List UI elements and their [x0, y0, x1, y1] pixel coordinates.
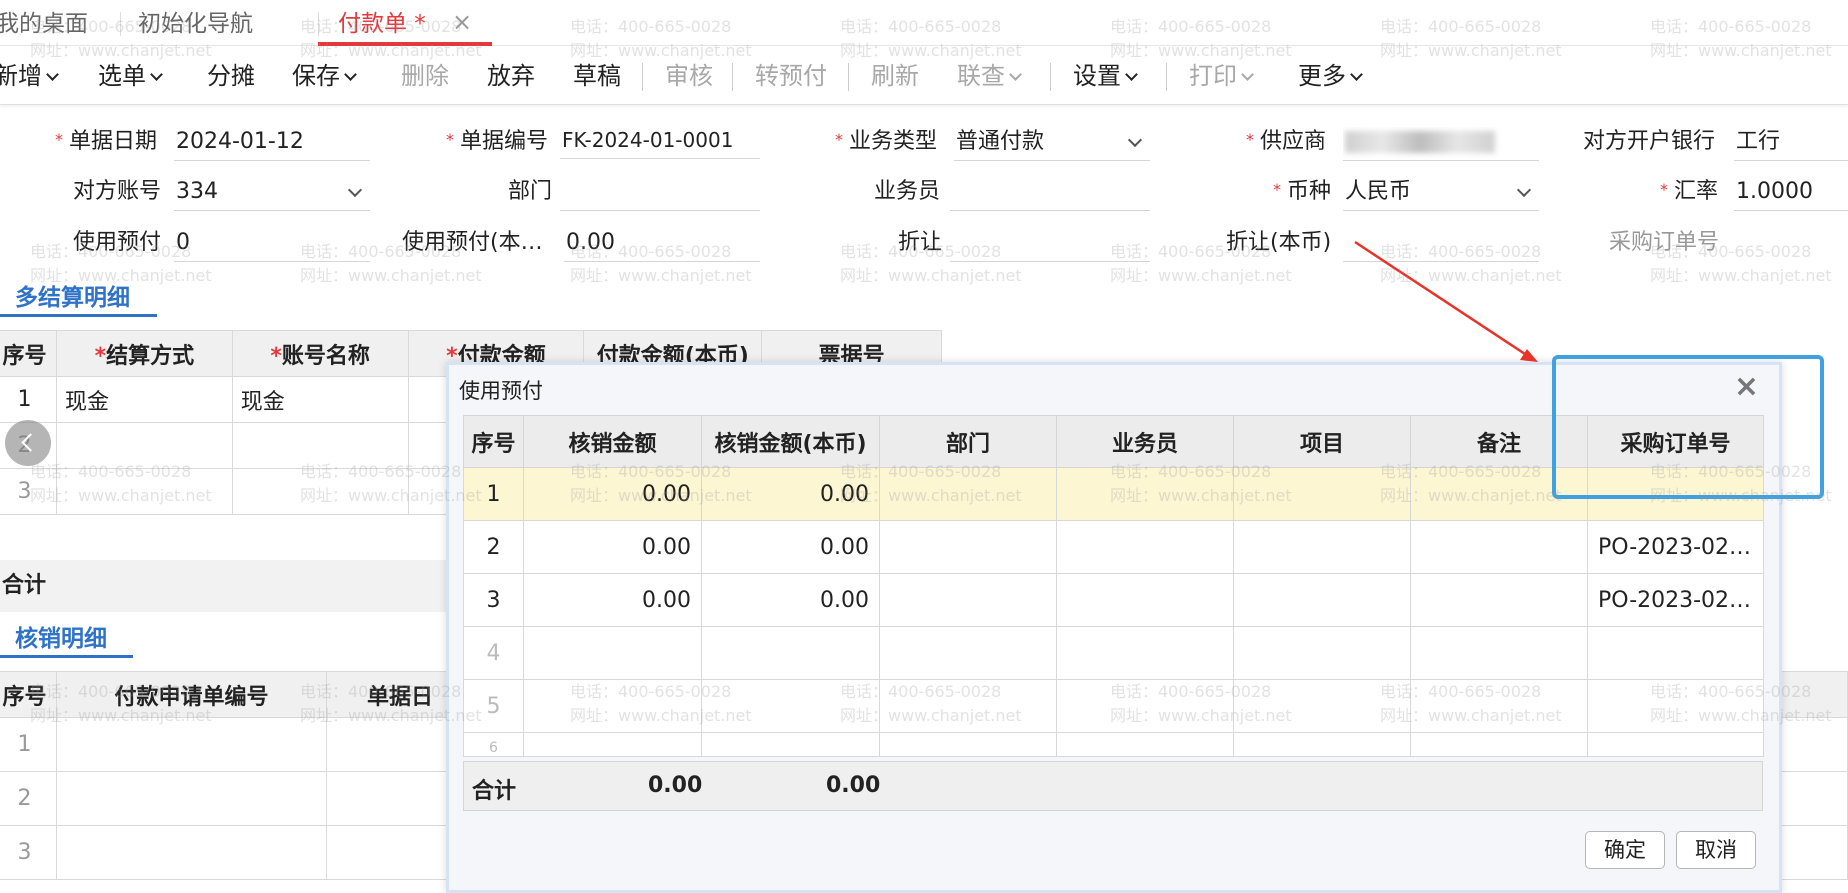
annotation-arrow-icon	[1354, 240, 1538, 362]
